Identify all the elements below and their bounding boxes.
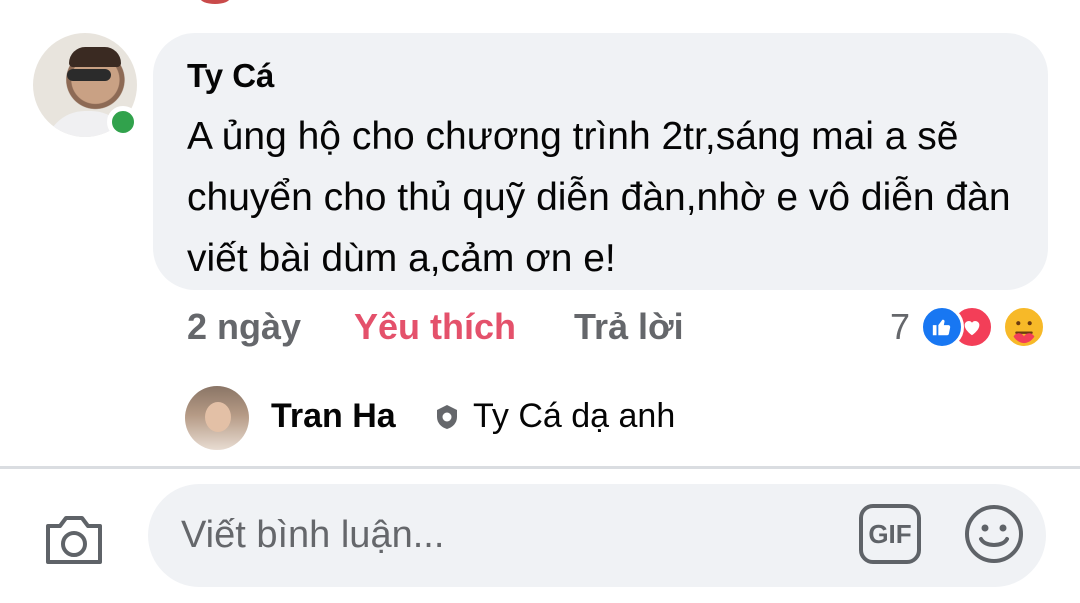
reaction-summary[interactable]: [918, 305, 1054, 349]
divider: [0, 466, 1080, 469]
avatar-hair: [69, 47, 121, 67]
camera-icon[interactable]: [42, 512, 106, 568]
comment-input[interactable]: [181, 505, 821, 565]
gif-button[interactable]: GIF: [859, 504, 921, 564]
avatar-glasses: [67, 69, 111, 81]
previous-avatar-edge: [200, 0, 230, 4]
reply-avatar-face: [205, 402, 231, 432]
shield-badge-icon: [437, 405, 457, 429]
comment-author[interactable]: Ty Cá: [187, 57, 274, 95]
emoji-icon[interactable]: [964, 504, 1024, 564]
comment-thread: Ty Cá A ủng hộ cho chương trình 2tr,sáng…: [0, 0, 1080, 603]
comment-time[interactable]: 2 ngày: [187, 306, 301, 348]
comment-text: A ủng hộ cho chương trình 2tr,sáng mai a…: [187, 115, 1011, 280]
reply-text: Ty Cá dạ anh: [473, 397, 676, 435]
like-button[interactable]: Yêu thích: [354, 306, 516, 348]
like-icon: [920, 305, 964, 349]
reaction-count[interactable]: 7: [890, 306, 910, 348]
care-icon: [1002, 305, 1046, 349]
reply-avatar[interactable]: [185, 386, 249, 450]
reply-author[interactable]: Tran Ha: [271, 397, 396, 436]
reply-button[interactable]: Trả lời: [574, 306, 684, 348]
online-status-indicator: [107, 106, 139, 138]
